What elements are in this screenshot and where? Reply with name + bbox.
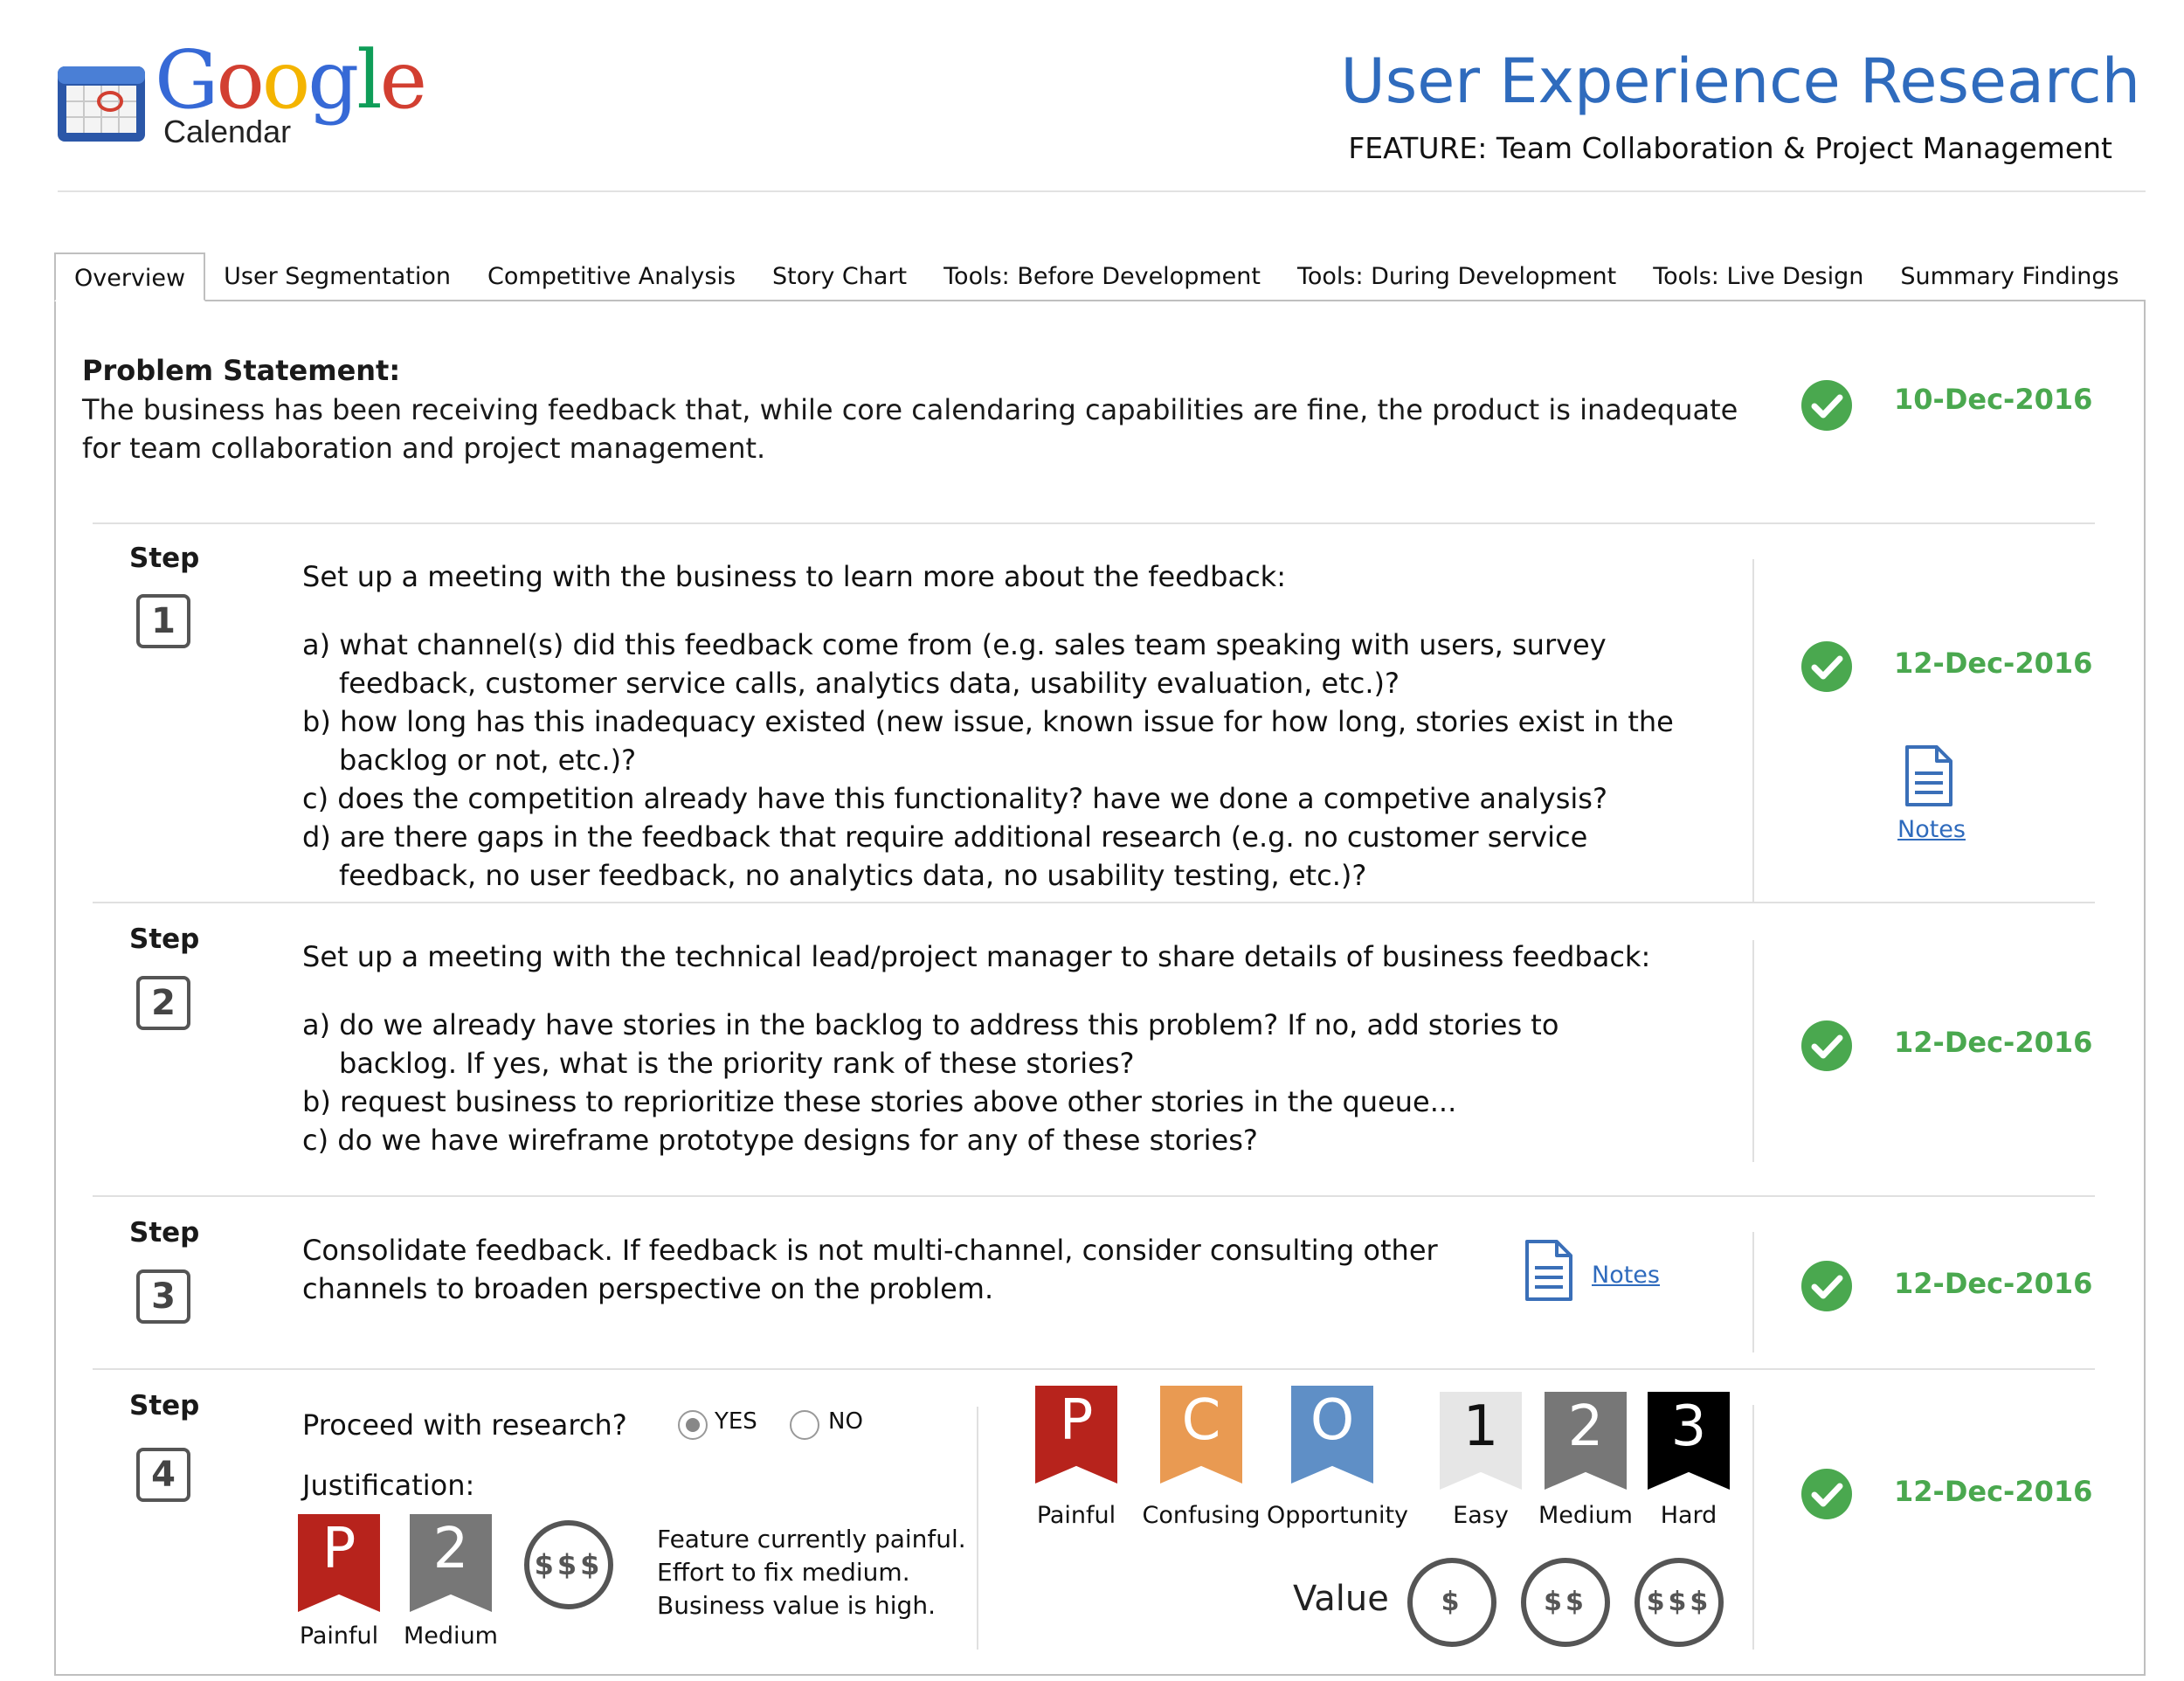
step-item: b) request business to reprioritize thes… bbox=[302, 1085, 1457, 1118]
justification-line: Business value is high. bbox=[657, 1591, 936, 1620]
problem-statement-text: The business has been receiving feedback… bbox=[82, 393, 1738, 465]
step-label: Step bbox=[129, 543, 200, 574]
section-divider bbox=[93, 1195, 2095, 1197]
legend-opportunity-label: Opportunity bbox=[1267, 1502, 1409, 1529]
tab-overview[interactable]: Overview bbox=[54, 252, 206, 301]
step-3-date: 12-Dec-2016 bbox=[1894, 1267, 2093, 1300]
step-number: 2 bbox=[136, 976, 190, 1030]
tab-user-segmentation[interactable]: User Segmentation bbox=[205, 252, 469, 301]
tab-story-chart[interactable]: Story Chart bbox=[754, 252, 925, 301]
step-intro: Set up a meeting with the business to le… bbox=[302, 560, 1286, 593]
legend-painful-label: Painful bbox=[1036, 1502, 1116, 1529]
tab-bar: Overview User Segmentation Competitive A… bbox=[54, 252, 2138, 301]
justification-label: Justification: bbox=[302, 1469, 475, 1502]
page-title: User Experience Research bbox=[1340, 45, 2140, 117]
step-number: 1 bbox=[136, 594, 190, 648]
step-label: Step bbox=[129, 1390, 200, 1422]
column-divider bbox=[977, 1407, 978, 1650]
radio-no-label: NO bbox=[828, 1408, 863, 1435]
column-divider bbox=[1752, 940, 1754, 1162]
justification-line: Effort to fix medium. bbox=[657, 1558, 910, 1587]
step-item: d) are there gaps in the feedback that r… bbox=[302, 820, 1588, 892]
logo-subtitle: Calendar bbox=[163, 114, 292, 149]
step-item: a) what channel(s) did this feedback com… bbox=[302, 628, 1607, 700]
check-circle-icon bbox=[1801, 380, 1852, 431]
document-icon[interactable] bbox=[1904, 744, 1954, 807]
section-divider bbox=[93, 902, 2095, 903]
radio-no[interactable] bbox=[790, 1410, 819, 1440]
google-calendar-logo: Google Calendar bbox=[54, 40, 427, 157]
column-divider bbox=[1752, 1405, 1754, 1650]
painful-badge-label: Painful bbox=[299, 1622, 379, 1650]
step-1-date: 12-Dec-2016 bbox=[1894, 647, 2093, 680]
step-2-date: 12-Dec-2016 bbox=[1894, 1026, 2093, 1059]
step-4-date: 12-Dec-2016 bbox=[1894, 1475, 2093, 1508]
legend-medium-label: Medium bbox=[1538, 1502, 1633, 1529]
tab-tools-before-development[interactable]: Tools: Before Development bbox=[925, 252, 1279, 301]
radio-yes-label: YES bbox=[715, 1408, 757, 1435]
step-number: 3 bbox=[136, 1269, 190, 1324]
medium-badge-label: Medium bbox=[404, 1622, 498, 1650]
high-value-coin: $$$ bbox=[524, 1520, 613, 1609]
check-circle-icon bbox=[1801, 1261, 1852, 1311]
step-3-text: Consolidate feedback. If feedback is not… bbox=[302, 1234, 1438, 1305]
notes-link[interactable]: Notes bbox=[1897, 816, 1966, 843]
page-subtitle: FEATURE: Team Collaboration & Project Ma… bbox=[1348, 131, 2112, 165]
legend-hard-label: Hard bbox=[1660, 1502, 1717, 1529]
document-icon[interactable] bbox=[1524, 1239, 1574, 1302]
value-legend-label: Value bbox=[1293, 1579, 1389, 1619]
step-label: Step bbox=[129, 1217, 200, 1249]
header-divider bbox=[58, 190, 2146, 192]
column-divider bbox=[1752, 559, 1754, 902]
step-label: Step bbox=[129, 924, 200, 955]
justification-text: Feature currently painful. Effort to fix… bbox=[657, 1523, 966, 1622]
tab-competitive-analysis[interactable]: Competitive Analysis bbox=[469, 252, 754, 301]
section-divider bbox=[93, 522, 2095, 524]
legend-confusing-label: Confusing bbox=[1142, 1502, 1261, 1529]
justification-line: Feature currently painful. bbox=[657, 1525, 966, 1553]
notes-link[interactable]: Notes bbox=[1592, 1262, 1660, 1289]
tab-tools-during-development[interactable]: Tools: During Development bbox=[1279, 252, 1635, 301]
legend-easy-label: Easy bbox=[1453, 1502, 1509, 1529]
section-divider bbox=[93, 1368, 2095, 1370]
value-high-coin: $$$ bbox=[1635, 1558, 1724, 1647]
check-circle-icon bbox=[1801, 641, 1852, 692]
proceed-question: Proceed with research? bbox=[302, 1408, 627, 1442]
value-low-coin: $ bbox=[1407, 1558, 1496, 1647]
step-1-text: Set up a meeting with the business to le… bbox=[302, 557, 1717, 895]
step-number: 4 bbox=[136, 1448, 190, 1502]
logo-wordmark: Google bbox=[155, 33, 427, 127]
problem-date: 10-Dec-2016 bbox=[1894, 383, 2093, 416]
step-item: c) does the competition already have thi… bbox=[302, 782, 1607, 815]
step-intro: Set up a meeting with the technical lead… bbox=[302, 940, 1651, 973]
step-item: a) do we already have stories in the bac… bbox=[302, 1008, 1559, 1080]
check-circle-icon bbox=[1801, 1020, 1852, 1071]
column-divider bbox=[1752, 1232, 1754, 1352]
step-item: b) how long has this inadequacy existed … bbox=[302, 705, 1674, 777]
value-medium-coin: $$ bbox=[1521, 1558, 1610, 1647]
step-2-text: Set up a meeting with the technical lead… bbox=[302, 937, 1665, 1159]
radio-yes[interactable] bbox=[678, 1410, 708, 1440]
problem-statement-heading: Problem Statement: bbox=[82, 354, 401, 387]
tab-tools-live-design[interactable]: Tools: Live Design bbox=[1635, 252, 1882, 301]
tab-summary-findings[interactable]: Summary Findings bbox=[1882, 252, 2137, 301]
step-item: c) do we have wireframe prototype design… bbox=[302, 1124, 1258, 1157]
calendar-icon bbox=[58, 66, 145, 142]
check-circle-icon bbox=[1801, 1469, 1852, 1519]
